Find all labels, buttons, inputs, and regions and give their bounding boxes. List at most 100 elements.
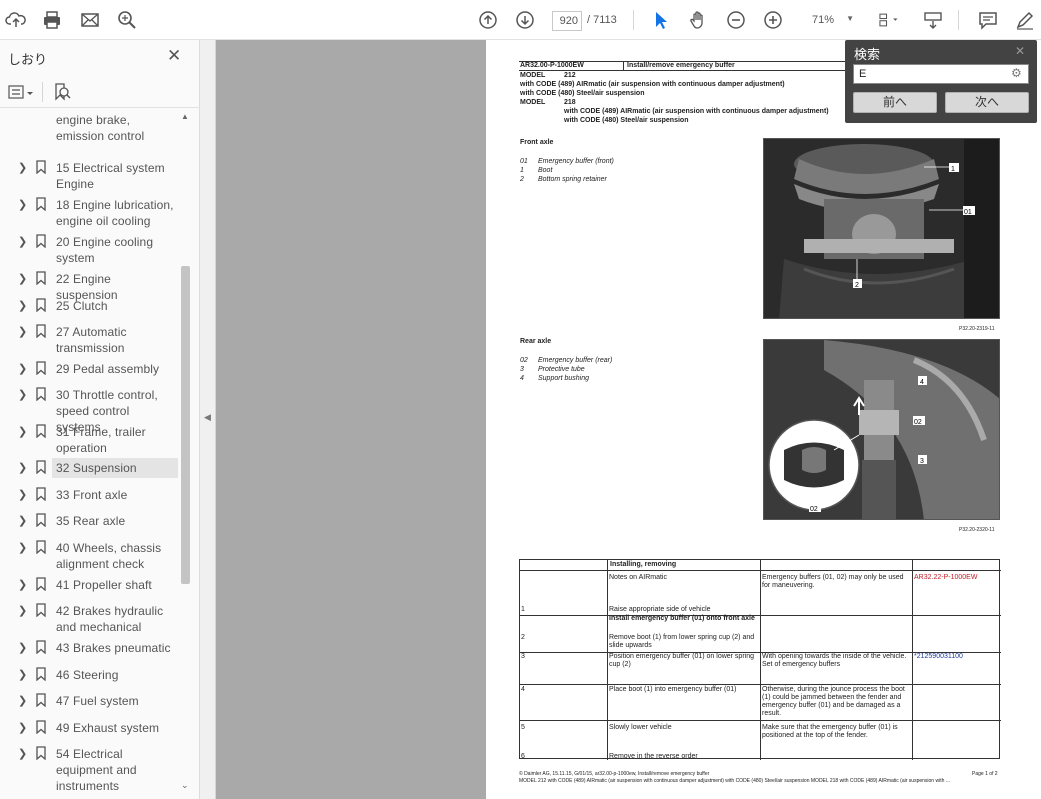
row-action: Raise appropriate side of vehicle xyxy=(609,606,711,613)
chevron-right-icon[interactable]: ❯ xyxy=(18,198,27,211)
bookmark-item[interactable]: ❯ 18 Engine lubrication, engine oil cooli… xyxy=(0,197,180,229)
find-previous-button[interactable]: 前へ xyxy=(853,92,937,113)
bookmark-item[interactable]: ❯ 41 Propeller shaft xyxy=(0,577,180,593)
bookmark-item[interactable]: ❯ 29 Pedal assembly xyxy=(0,361,180,377)
pen-sign-icon[interactable] xyxy=(1014,9,1036,31)
row-note: Otherwise, during the jounce process the… xyxy=(762,686,905,717)
chevron-right-icon[interactable]: ❯ xyxy=(18,721,27,734)
legend-key: 01 xyxy=(520,158,528,165)
bookmark-icon xyxy=(36,160,46,174)
find-input[interactable]: E xyxy=(853,64,1029,84)
chevron-right-icon[interactable]: ❯ xyxy=(18,325,27,338)
chevron-right-icon[interactable]: ❯ xyxy=(18,604,27,617)
row-reference[interactable]: AR32.22-P-1000EW xyxy=(914,574,998,582)
bookmarks-panel: しおり ✕ ❯ 14 Exhaust manifold, engine brake… xyxy=(0,40,200,799)
zoom-out-icon[interactable] xyxy=(725,9,747,31)
next-page-icon[interactable] xyxy=(514,9,536,31)
bookmark-item[interactable]: ❯ 47 Fuel system xyxy=(0,693,180,709)
bookmark-item[interactable]: ❯14 Exhaust manifold, engine brake, emis… xyxy=(0,110,180,144)
row-note: With opening towards the inside of the v… xyxy=(762,653,907,668)
bookmark-item[interactable]: ❯ 46 Steering xyxy=(0,667,180,683)
row-number: 2 xyxy=(521,634,525,641)
find-panel: 検索 ✕ E ⚙ 前へ 次へ xyxy=(845,40,1037,123)
pdf-page: AR32.00-P-1000EW Install/remove emergenc… xyxy=(486,40,1041,799)
select-cursor-icon[interactable] xyxy=(650,9,672,31)
chevron-right-icon[interactable]: ❯ xyxy=(18,425,27,438)
scroll-up-arrow[interactable]: ▲ xyxy=(181,112,189,121)
chevron-right-icon[interactable]: ❯ xyxy=(18,272,27,285)
bookmark-icon xyxy=(36,487,46,501)
table-heading: Installing, removing xyxy=(610,561,677,568)
chevron-right-icon[interactable]: ❯ xyxy=(18,747,27,760)
chevron-right-icon[interactable]: ❯ xyxy=(18,541,27,554)
front-axle-photo: 1 01 2 xyxy=(763,138,1000,319)
bookmark-item[interactable]: ❯ 30 Throttle control, speed control syst… xyxy=(0,387,180,434)
close-icon[interactable]: ✕ xyxy=(167,46,181,66)
close-icon[interactable]: ✕ xyxy=(1015,44,1025,58)
bookmark-icon xyxy=(36,298,46,312)
bookmark-item[interactable]: ❯ 32 Suspension xyxy=(0,458,180,478)
chevron-right-icon[interactable]: ❯ xyxy=(18,299,27,312)
table-rule xyxy=(912,560,913,760)
bookmark-item[interactable]: ❯ 15 Electrical system Engine xyxy=(0,160,180,192)
find-next-button[interactable]: 次へ xyxy=(945,92,1029,113)
bookmarks-panel-title: しおり xyxy=(8,52,48,67)
row-action: Position emergency buffer (01) on lower … xyxy=(609,653,755,668)
chevron-right-icon[interactable]: ❯ xyxy=(18,694,27,707)
bookmark-item[interactable]: ❯ 20 Engine cooling system xyxy=(0,234,180,266)
options-menu-icon[interactable] xyxy=(8,84,36,102)
bookmark-item[interactable]: ❯ 22 Engine suspension xyxy=(0,271,180,302)
bookmark-item[interactable]: ❯ 31 Frame, trailer operation xyxy=(0,424,180,456)
bookmark-icon xyxy=(36,387,46,401)
bookmark-item[interactable]: ❯ 27 Automatic transmission xyxy=(0,324,180,356)
scroll-down-arrow[interactable]: ⌄ xyxy=(181,780,189,791)
bookmark-item[interactable]: ❯ 49 Exhaust system xyxy=(0,720,180,736)
panel-splitter[interactable]: ◀ xyxy=(200,40,216,799)
chevron-right-icon[interactable]: ❯ xyxy=(18,235,27,248)
chevron-right-icon[interactable]: ❯ xyxy=(18,461,27,474)
bookmark-item[interactable]: ❯ 43 Brakes pneumatic xyxy=(0,640,180,656)
print-icon[interactable] xyxy=(41,9,63,31)
bookmark-item[interactable]: ❯ 54 Electrical equipment and instruments xyxy=(0,746,180,794)
scrollbar-thumb[interactable] xyxy=(181,266,190,584)
scroll-mode-icon[interactable] xyxy=(922,9,944,31)
upload-cloud-icon[interactable] xyxy=(5,9,27,31)
chevron-right-icon[interactable]: ❯ xyxy=(18,578,27,591)
chevron-right-icon[interactable]: ❯ xyxy=(18,161,27,174)
chevron-right-icon[interactable]: ❯ xyxy=(18,488,27,501)
zoom-search-icon[interactable] xyxy=(116,9,138,31)
bookmark-item[interactable]: ❯ 33 Front axle xyxy=(0,487,180,503)
comment-icon[interactable] xyxy=(977,9,999,31)
bookmark-item[interactable]: ❯ 42 Brakes hydraulic and mechanical xyxy=(0,603,180,635)
bookmark-label: 29 Pedal assembly xyxy=(56,362,160,376)
bookmark-item[interactable]: ❯ 35 Rear axle xyxy=(0,513,180,529)
bookmark-label: 43 Brakes pneumatic xyxy=(56,641,171,655)
chevron-right-icon[interactable]: ❯ xyxy=(18,362,27,375)
chevron-right-icon[interactable]: ❯ xyxy=(18,388,27,401)
meta-value: with CODE (489) AIRmatic (air suspension… xyxy=(564,108,829,115)
gear-icon[interactable]: ⚙ xyxy=(1011,66,1022,80)
document-viewer[interactable]: AR32.00-P-1000EW Install/remove emergenc… xyxy=(216,40,1041,799)
bookmark-item[interactable]: ❯ 25 Clutch xyxy=(0,298,180,314)
chevron-right-icon[interactable]: ❯ xyxy=(18,514,27,527)
meta-key: MODEL xyxy=(520,72,546,79)
bookmark-icon xyxy=(36,460,46,474)
previous-page-icon[interactable] xyxy=(477,9,499,31)
table-rule xyxy=(607,560,608,760)
mail-icon[interactable] xyxy=(79,9,101,31)
page-display-icon[interactable] xyxy=(873,9,903,31)
bookmark-label: 14 Exhaust manifold, engine brake, emiss… xyxy=(56,110,170,143)
zoom-level-select[interactable]: 71% ▼ xyxy=(800,11,856,31)
bookmark-item[interactable]: ❯ 40 Wheels, chassis alignment check xyxy=(0,540,180,572)
zoom-in-icon[interactable] xyxy=(762,9,784,31)
bookmark-search-icon[interactable] xyxy=(52,82,72,102)
page-number-input[interactable]: 920 xyxy=(552,11,582,31)
collapse-left-icon[interactable]: ◀ xyxy=(204,412,211,423)
hand-tool-icon[interactable] xyxy=(687,9,709,31)
row-reference[interactable]: *212590031100 xyxy=(914,653,998,661)
bookmark-icon xyxy=(36,640,46,654)
chevron-right-icon[interactable]: ❯ xyxy=(18,641,27,654)
chevron-right-icon[interactable]: ❯ xyxy=(18,668,27,681)
row-note: Make sure that the emergency buffer (01)… xyxy=(762,724,898,739)
meta-value: with CODE (489) AIRmatic (air suspension… xyxy=(520,81,785,88)
